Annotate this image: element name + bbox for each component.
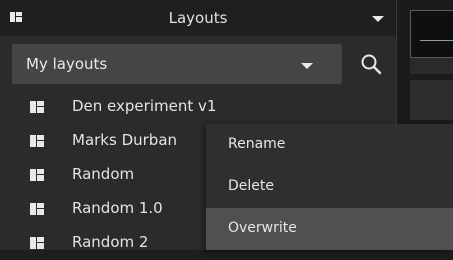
layout-name: Den experiment v1 bbox=[72, 97, 217, 115]
layout-group-dropdown[interactable]: My layouts bbox=[12, 44, 342, 84]
menu-item-label: Delete bbox=[228, 178, 274, 194]
menu-item-delete[interactable]: Delete bbox=[206, 166, 453, 208]
layout-group-value: My layouts bbox=[26, 55, 108, 73]
layout-name: Random 2 bbox=[72, 233, 149, 251]
layout-icon bbox=[30, 135, 44, 147]
layout-icon bbox=[30, 203, 44, 215]
panel-title: Layouts bbox=[168, 9, 228, 27]
layout-name: Marks Durban bbox=[72, 131, 178, 149]
layout-name: Random bbox=[72, 165, 135, 183]
context-menu: Rename Delete Overwrite bbox=[206, 124, 453, 250]
preview-thumbnail[interactable] bbox=[410, 10, 453, 58]
menu-item-rename[interactable]: Rename bbox=[206, 124, 453, 166]
layouts-header[interactable]: Layouts bbox=[0, 0, 396, 36]
layout-name: Random 1.0 bbox=[72, 199, 163, 217]
layout-list-item[interactable]: Den experiment v1 bbox=[0, 90, 396, 124]
menu-item-label: Overwrite bbox=[228, 220, 297, 236]
preview-line bbox=[420, 40, 453, 41]
chevron-down-icon[interactable] bbox=[372, 16, 384, 22]
preview-block bbox=[410, 80, 453, 120]
chevron-down-icon bbox=[301, 63, 313, 69]
layout-icon bbox=[30, 169, 44, 181]
layout-icon bbox=[30, 101, 44, 113]
menu-item-label: Rename bbox=[228, 136, 286, 152]
menu-item-overwrite[interactable]: Overwrite bbox=[206, 208, 453, 250]
search-icon[interactable] bbox=[354, 48, 388, 82]
layout-icon bbox=[30, 237, 44, 249]
preview-toolbar bbox=[410, 58, 453, 74]
